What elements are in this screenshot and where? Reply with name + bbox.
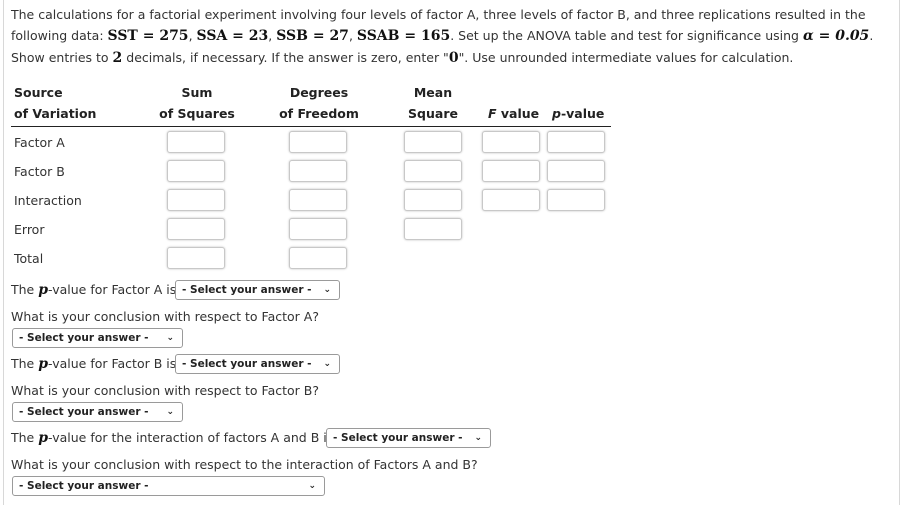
- factor-a-f-input[interactable]: [482, 131, 540, 153]
- question-p-value-interaction: The p-value for the interaction of facto…: [11, 430, 333, 446]
- ssa-value: SSA = 23: [196, 28, 269, 44]
- problem-statement: The calculations for a factorial experim…: [11, 7, 874, 66]
- header-line: of Freedom: [279, 106, 359, 121]
- p-value-factor-a-select[interactable]: - Select your answer - ⌄: [175, 280, 340, 300]
- chevron-down-icon: ⌄: [166, 407, 174, 417]
- total-df-input[interactable]: [289, 247, 347, 269]
- header-line: Sum: [181, 85, 213, 100]
- p-value-interaction-select[interactable]: - Select your answer - ⌄: [326, 428, 491, 448]
- interaction-f-input[interactable]: [482, 189, 540, 211]
- question-conclusion-factor-a: What is your conclusion with respect to …: [11, 309, 319, 324]
- chevron-down-icon: ⌄: [323, 285, 331, 295]
- intro-text: . Set up the ANOVA table and test for si…: [450, 28, 803, 43]
- decimals-value: 2: [112, 50, 123, 66]
- chevron-down-icon: ⌄: [474, 433, 482, 443]
- conclusion-interaction-select[interactable]: - Select your answer - ⌄: [12, 476, 325, 496]
- header-line: Source: [14, 85, 63, 100]
- question-p-value-factor-b: The p-value for Factor B is: [11, 356, 176, 372]
- zero-value: 0: [448, 50, 459, 66]
- question-conclusion-interaction: What is your conclusion with respect to …: [11, 457, 478, 472]
- header-line: Degrees: [289, 85, 349, 100]
- select-placeholder: - Select your answer -: [182, 358, 312, 370]
- conclusion-factor-b-select[interactable]: - Select your answer - ⌄: [12, 402, 183, 422]
- question-text: The: [11, 356, 39, 371]
- row-label-error: Error: [14, 222, 45, 237]
- factor-a-p-input[interactable]: [547, 131, 605, 153]
- p-value-factor-b-select[interactable]: - Select your answer - ⌄: [175, 354, 340, 374]
- row-label-factor-b: Factor B: [14, 164, 65, 179]
- select-placeholder: - Select your answer -: [19, 332, 149, 344]
- alpha-value: α = 0.05: [802, 28, 870, 44]
- p-symbol: p: [552, 106, 561, 121]
- header-line: of Variation: [14, 106, 97, 121]
- factor-a-ms-input[interactable]: [404, 131, 462, 153]
- select-placeholder: - Select your answer -: [333, 432, 463, 444]
- row-label-interaction: Interaction: [14, 193, 82, 208]
- row-label-total: Total: [14, 251, 44, 266]
- question-text: -value for the interaction of factors A …: [48, 430, 334, 445]
- total-ss-input[interactable]: [167, 247, 225, 269]
- question-text: The: [11, 282, 39, 297]
- question-conclusion-factor-b: What is your conclusion with respect to …: [11, 383, 319, 398]
- factor-a-ss-input[interactable]: [167, 131, 225, 153]
- header-line: -value: [560, 106, 605, 121]
- chevron-down-icon: ⌄: [308, 481, 316, 491]
- ssab-value: SSAB = 165: [356, 28, 451, 44]
- p-symbol: p: [38, 430, 49, 446]
- intro-text: ". Use unrounded intermediate values for…: [458, 50, 794, 65]
- sst-value: SST = 275: [107, 28, 189, 44]
- header-source: Source of Variation: [14, 82, 96, 124]
- factor-a-df-input[interactable]: [289, 131, 347, 153]
- question-text: -value for Factor B is: [48, 356, 177, 371]
- p-symbol: p: [38, 282, 49, 298]
- p-symbol: p: [38, 356, 49, 372]
- select-placeholder: - Select your answer -: [19, 406, 149, 418]
- header-mean-square: Mean Square: [400, 82, 466, 124]
- header-f-value: F value: [488, 103, 539, 124]
- factor-b-df-input[interactable]: [289, 160, 347, 182]
- factor-b-ss-input[interactable]: [167, 160, 225, 182]
- error-ms-input[interactable]: [404, 218, 462, 240]
- header-degrees-of-freedom: Degrees of Freedom: [270, 82, 368, 124]
- error-df-input[interactable]: [289, 218, 347, 240]
- chevron-down-icon: ⌄: [166, 333, 174, 343]
- interaction-df-input[interactable]: [289, 189, 347, 211]
- header-rule: [11, 126, 611, 127]
- header-line: value: [496, 106, 540, 121]
- interaction-ss-input[interactable]: [167, 189, 225, 211]
- header-sum-of-squares: Sum of Squares: [150, 82, 244, 124]
- question-p-value-factor-a: The p-value for Factor A is: [11, 282, 176, 298]
- factor-b-f-input[interactable]: [482, 160, 540, 182]
- header-line: Mean: [413, 85, 453, 100]
- ssb-value: SSB = 27: [276, 28, 349, 44]
- header-line: Square: [408, 106, 458, 121]
- select-placeholder: - Select your answer -: [19, 480, 149, 492]
- error-ss-input[interactable]: [167, 218, 225, 240]
- factor-b-ms-input[interactable]: [404, 160, 462, 182]
- interaction-ms-input[interactable]: [404, 189, 462, 211]
- question-text: The: [11, 430, 39, 445]
- interaction-p-input[interactable]: [547, 189, 605, 211]
- row-label-factor-a: Factor A: [14, 135, 65, 150]
- conclusion-factor-a-select[interactable]: - Select your answer - ⌄: [12, 328, 183, 348]
- question-text: -value for Factor A is: [48, 282, 177, 297]
- header-p-value: p-value: [552, 103, 604, 124]
- chevron-down-icon: ⌄: [323, 359, 331, 369]
- intro-text: decimals, if necessary. If the answer is…: [122, 50, 449, 65]
- select-placeholder: - Select your answer -: [182, 284, 312, 296]
- header-line: of Squares: [159, 106, 235, 121]
- f-symbol: F: [488, 106, 497, 121]
- factor-b-p-input[interactable]: [547, 160, 605, 182]
